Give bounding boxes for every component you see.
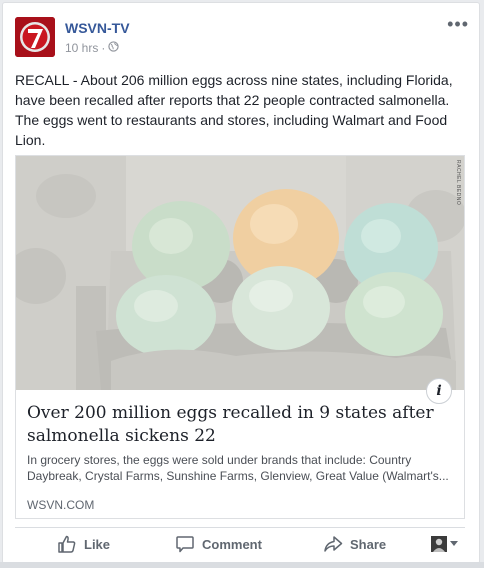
post-meta: 10 hrs · <box>65 41 120 55</box>
page-avatar[interactable] <box>15 17 55 57</box>
share-button[interactable]: Share <box>323 533 386 555</box>
react-as-selector[interactable] <box>431 533 458 555</box>
eggs-image[interactable]: RACHEL BEDNO <box>16 156 464 390</box>
more-options-icon[interactable]: ••• <box>447 15 469 33</box>
globe-icon[interactable] <box>108 41 120 55</box>
thumbs-up-icon <box>57 534 77 554</box>
bottom-divider <box>0 562 484 568</box>
link-title[interactable]: Over 200 million eggs recalled in 9 stat… <box>27 402 457 448</box>
action-bar: Like Comment Share <box>15 527 465 560</box>
share-arrow-icon <box>323 534 343 554</box>
meta-separator: · <box>101 41 106 55</box>
page-name-link[interactable]: WSVN-TV <box>65 20 130 36</box>
comment-icon <box>175 534 195 554</box>
link-description: In grocery stores, the eggs were sold un… <box>27 453 449 483</box>
link-domain: WSVN.COM <box>27 498 95 512</box>
like-button[interactable]: Like <box>57 533 110 555</box>
like-label: Like <box>84 536 111 552</box>
info-icon[interactable]: i <box>426 378 452 404</box>
post-timestamp[interactable]: 10 hrs <box>65 41 98 55</box>
caret-down-icon <box>450 541 458 547</box>
link-preview[interactable]: RACHEL BEDNO i Over 200 million eggs rec… <box>15 155 465 519</box>
image-credit: RACHEL BEDNO <box>455 160 461 206</box>
comment-button[interactable]: Comment <box>175 533 262 555</box>
post-card: WSVN-TV 10 hrs · ••• RECALL - About 206 … <box>2 2 480 564</box>
comment-label: Comment <box>202 536 262 552</box>
profile-thumbnail-icon <box>431 536 447 552</box>
share-label: Share <box>350 536 387 552</box>
post-message: RECALL - About 206 million eggs across n… <box>15 72 453 148</box>
